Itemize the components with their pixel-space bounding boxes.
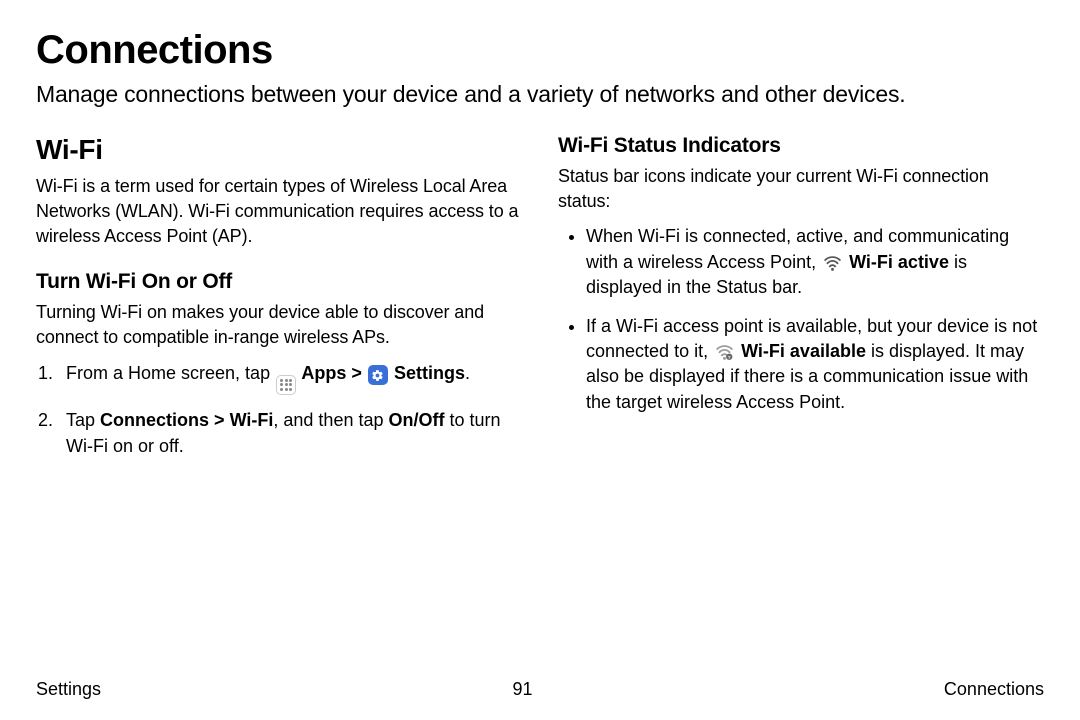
- steps-list: From a Home screen, tap Apps > Settings.…: [36, 360, 522, 459]
- step-1: From a Home screen, tap Apps > Settings.: [58, 360, 522, 395]
- page-title: Connections: [36, 28, 1044, 73]
- svg-text:?: ?: [728, 355, 731, 360]
- wifi-description: Wi-Fi is a term used for certain types o…: [36, 174, 522, 250]
- right-column: Wi-Fi Status Indicators Status bar icons…: [558, 134, 1044, 471]
- content-columns: Wi-Fi Wi-Fi is a term used for certain t…: [36, 134, 1044, 471]
- footer-left: Settings: [36, 679, 101, 700]
- wifi-active-icon: [823, 255, 842, 271]
- indicator-available: If a Wi-Fi access point is available, bu…: [586, 314, 1044, 415]
- indicators-list: When Wi-Fi is connected, active, and com…: [558, 224, 1044, 414]
- apps-icon: [276, 375, 296, 395]
- indicator-active: When Wi-Fi is connected, active, and com…: [586, 224, 1044, 300]
- turn-wifi-heading: Turn Wi-Fi On or Off: [36, 270, 522, 294]
- page-intro: Manage connections between your device a…: [36, 79, 1044, 110]
- wifi-indicators-description: Status bar icons indicate your current W…: [558, 164, 1044, 214]
- wifi-indicators-heading: Wi-Fi Status Indicators: [558, 134, 1044, 158]
- footer-page-number: 91: [512, 679, 532, 700]
- step-2: Tap Connections > Wi-Fi, and then tap On…: [58, 407, 522, 459]
- wifi-available-icon: ?: [715, 344, 734, 360]
- turn-wifi-description: Turning Wi-Fi on makes your device able …: [36, 300, 522, 350]
- settings-gear-icon: [368, 365, 388, 385]
- left-column: Wi-Fi Wi-Fi is a term used for certain t…: [36, 134, 522, 471]
- wifi-heading: Wi-Fi: [36, 134, 522, 166]
- page-footer: Settings 91 Connections: [36, 679, 1044, 700]
- footer-right: Connections: [944, 679, 1044, 700]
